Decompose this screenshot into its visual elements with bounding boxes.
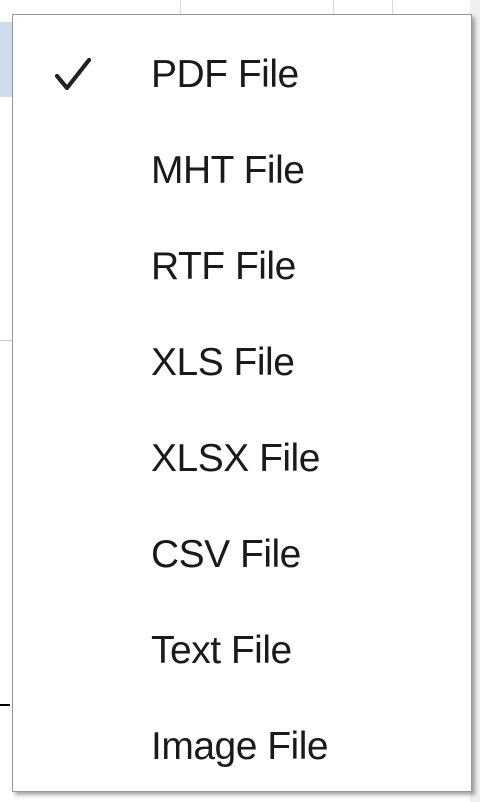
menu-item-pdf-file[interactable]: PDF File xyxy=(13,27,471,123)
menu-item-label: Image File xyxy=(151,725,329,768)
background-divider xyxy=(0,340,12,341)
menu-item-xls-file[interactable]: XLS File xyxy=(13,315,471,411)
menu-item-csv-file[interactable]: CSV File xyxy=(13,507,471,603)
menu-item-rtf-file[interactable]: RTF File xyxy=(13,219,471,315)
menu-item-label: XLSX File xyxy=(151,437,320,480)
menu-item-xlsx-file[interactable]: XLSX File xyxy=(13,411,471,507)
screen: PDF File MHT File RTF File XLS File XLSX… xyxy=(0,0,480,802)
menu-item-text-file[interactable]: Text File xyxy=(13,603,471,699)
menu-item-label: CSV File xyxy=(151,533,301,576)
menu-item-image-file[interactable]: Image File xyxy=(13,699,471,795)
menu-item-label: MHT File xyxy=(151,149,305,192)
menu-item-label: PDF File xyxy=(151,53,299,96)
menu-item-label: RTF File xyxy=(151,245,296,288)
export-format-menu: PDF File MHT File RTF File XLS File XLSX… xyxy=(12,14,472,792)
checkmark-icon xyxy=(54,57,92,91)
background-divider xyxy=(0,704,10,706)
background-panel-edge xyxy=(0,22,12,97)
menu-item-label: Text File xyxy=(151,629,292,672)
menu-item-mht-file[interactable]: MHT File xyxy=(13,123,471,219)
menu-item-label: XLS File xyxy=(151,341,295,384)
